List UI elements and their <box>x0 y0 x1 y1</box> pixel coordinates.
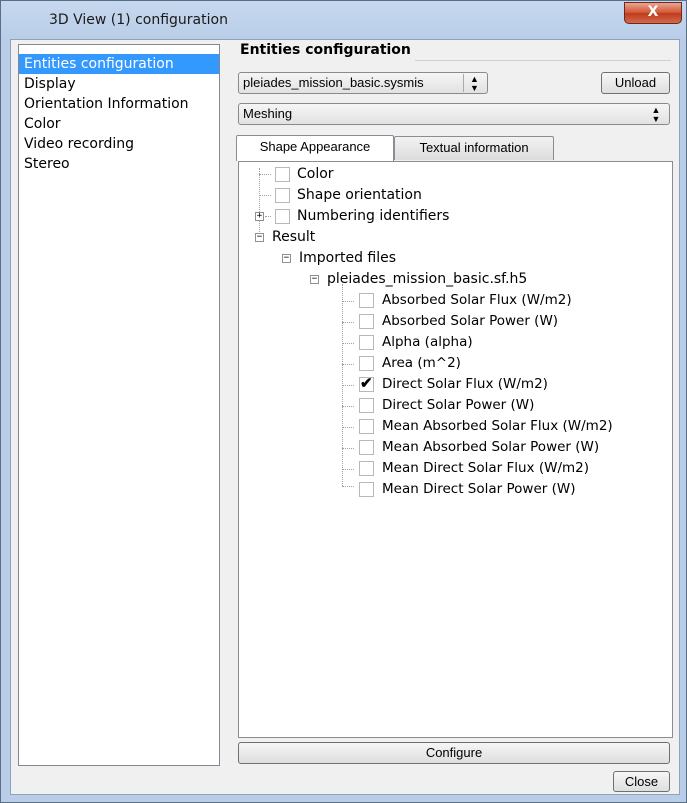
checkbox-mean-direct-solar-flux[interactable] <box>359 461 374 476</box>
window-title: 3D View (1) configuration <box>49 12 228 28</box>
dialog-body: Entities configuration Display Orientati… <box>10 39 680 795</box>
tree-item-mean-absorbed-solar-power[interactable]: Mean Absorbed Solar Power (W) <box>382 437 599 457</box>
checkbox-direct-solar-power[interactable] <box>359 398 374 413</box>
tree-connector <box>342 322 354 323</box>
tree-connector <box>342 469 354 470</box>
tree-item-mean-direct-solar-power[interactable]: Mean Direct Solar Power (W) <box>382 479 575 499</box>
checkbox-mean-absorbed-solar-power[interactable] <box>359 440 374 455</box>
checkbox-numbering-identifiers[interactable] <box>275 209 290 224</box>
collapse-icon[interactable]: − <box>310 275 319 284</box>
tree-item-imported-files[interactable]: Imported files <box>299 248 396 268</box>
sidebar-item-video-recording[interactable]: Video recording <box>19 134 219 154</box>
expand-icon[interactable]: + <box>255 212 264 221</box>
checkbox-color[interactable] <box>275 167 290 182</box>
tree-item-direct-solar-power[interactable]: Direct Solar Power (W) <box>382 395 534 415</box>
sidebar-item-stereo[interactable]: Stereo <box>19 154 219 174</box>
mode-select[interactable]: Meshing ▲ ▼ <box>238 103 670 125</box>
sidebar-item-entities-configuration[interactable]: Entities configuration <box>19 54 219 74</box>
updown-arrows-icon: ▲ ▼ <box>651 105 661 124</box>
tree-connector <box>265 216 271 217</box>
tab-shape-appearance[interactable]: Shape Appearance <box>236 135 394 161</box>
checkbox-area[interactable] <box>359 356 374 371</box>
checkbox-absorbed-solar-power[interactable] <box>359 314 374 329</box>
tree-connector <box>342 343 354 344</box>
checkbox-shape-orientation[interactable] <box>275 188 290 203</box>
tree-item-numbering-identifiers[interactable]: Numbering identifiers <box>297 206 449 226</box>
file-select-value: pleiades_mission_basic.sysmis <box>243 75 424 90</box>
tree-item-alpha[interactable]: Alpha (alpha) <box>382 332 473 352</box>
tree-connector <box>259 174 271 175</box>
tree-connector <box>342 385 354 386</box>
sidebar-item-display[interactable]: Display <box>19 74 219 94</box>
mode-select-value: Meshing <box>243 106 293 121</box>
checkmark-icon: ✔ <box>360 375 373 392</box>
tree-connector <box>342 448 354 449</box>
tree-item-color[interactable]: Color <box>297 164 334 184</box>
tree-item-result-file[interactable]: pleiades_mission_basic.sf.h5 <box>327 269 527 289</box>
tree-connector <box>259 168 260 236</box>
tree-item-shape-orientation[interactable]: Shape orientation <box>297 185 422 205</box>
tree-item-result[interactable]: Result <box>272 227 315 247</box>
unload-button[interactable]: Unload <box>601 72 670 94</box>
configure-button[interactable]: Configure <box>238 742 670 764</box>
tree-item-direct-solar-flux[interactable]: Direct Solar Flux (W/m2) <box>382 374 548 394</box>
sidebar-item-color[interactable]: Color <box>19 114 219 134</box>
checkbox-absorbed-solar-flux[interactable] <box>359 293 374 308</box>
category-list[interactable]: Entities configuration Display Orientati… <box>18 44 220 766</box>
tree-view[interactable]: Color Shape orientation + Numbering iden… <box>238 161 673 738</box>
sidebar-item-orientation-information[interactable]: Orientation Information <box>19 94 219 114</box>
config-dialog: 3D View (1) configuration X Entities con… <box>0 0 687 803</box>
tree-item-absorbed-solar-power[interactable]: Absorbed Solar Power (W) <box>382 311 558 331</box>
close-button[interactable]: Close <box>613 771 670 792</box>
file-select[interactable]: pleiades_mission_basic.sysmis ▲ ▼ <box>238 72 488 94</box>
checkbox-alpha[interactable] <box>359 335 374 350</box>
tree-item-absorbed-solar-flux[interactable]: Absorbed Solar Flux (W/m2) <box>382 290 572 310</box>
collapse-icon[interactable]: − <box>255 233 264 242</box>
tree-connector <box>259 195 271 196</box>
title-bar[interactable]: 3D View (1) configuration X <box>1 1 686 39</box>
checkbox-mean-direct-solar-power[interactable] <box>359 482 374 497</box>
tree-connector <box>342 486 354 487</box>
tree-item-mean-absorbed-solar-flux[interactable]: Mean Absorbed Solar Flux (W/m2) <box>382 416 613 436</box>
checkbox-direct-solar-flux[interactable]: ✔ <box>359 375 374 392</box>
tree-connector <box>342 427 354 428</box>
tab-textual-information[interactable]: Textual information <box>394 136 554 160</box>
tree-item-area[interactable]: Area (m^2) <box>382 353 461 373</box>
tree-connector <box>342 406 354 407</box>
tree-connector <box>342 364 354 365</box>
group-title: Entities configuration <box>240 42 415 58</box>
tree-connector <box>342 301 354 302</box>
updown-arrows-icon: ▲ ▼ <box>463 74 485 93</box>
collapse-icon[interactable]: − <box>282 254 291 263</box>
tree-item-mean-direct-solar-flux[interactable]: Mean Direct Solar Flux (W/m2) <box>382 458 589 478</box>
group-divider <box>415 60 671 61</box>
window-close-button[interactable]: X <box>624 2 682 24</box>
checkbox-mean-absorbed-solar-flux[interactable] <box>359 419 374 434</box>
